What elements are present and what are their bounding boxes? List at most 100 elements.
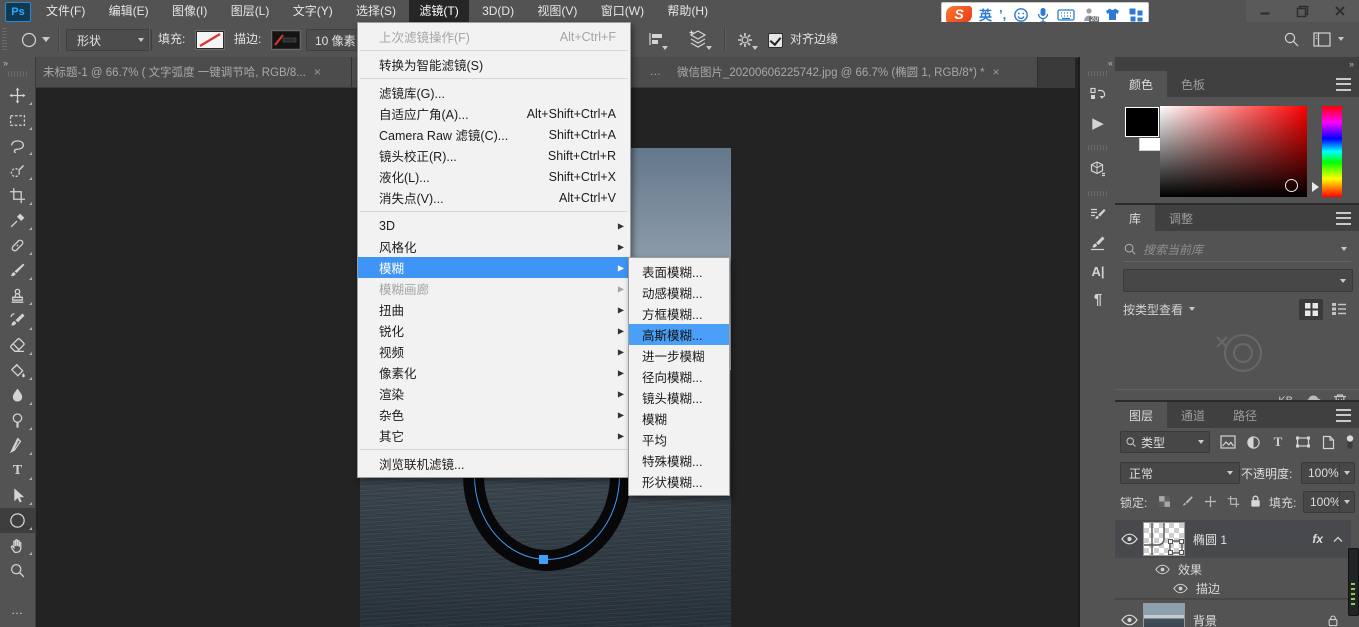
library-search-field[interactable]: 搜索当前库 <box>1123 237 1351 262</box>
workspace-switcher-icon[interactable] <box>1313 32 1331 47</box>
filter-pixel-layers-icon[interactable] <box>1219 434 1237 450</box>
color-cursor[interactable] <box>1285 179 1298 192</box>
tool-preset-ellipse-icon[interactable] <box>20 31 38 49</box>
document-tab-untitled[interactable]: 未标题-1 @ 66.7% ( 文字弧度 一键调节哈, RGB/8... × <box>35 57 352 87</box>
chevron-down-icon[interactable] <box>1338 37 1344 41</box>
search-icon[interactable] <box>1283 31 1300 48</box>
blend-mode-select[interactable]: 正常 <box>1120 462 1240 484</box>
layer-thumbnail-ellipse[interactable] <box>1143 522 1185 556</box>
filter-smart-objects-icon[interactable] <box>1319 434 1337 450</box>
menu-select[interactable]: 选择(S) <box>346 0 406 22</box>
menu-view[interactable]: 视图(V) <box>527 0 587 22</box>
visibility-eye-icon[interactable] <box>1115 533 1143 545</box>
filter-adjustment-layers-icon[interactable] <box>1244 434 1262 450</box>
dock-collapse-arrows[interactable]: ›› <box>1115 57 1359 71</box>
character-panel-icon[interactable]: A| <box>1080 257 1116 285</box>
ime-wubi-badge-icon[interactable]: 20 <box>1082 7 1100 23</box>
submenu-item-smart-blur[interactable]: 特殊模糊... <box>629 450 729 471</box>
menu-item-sharpen[interactable]: 锐化 ▶ <box>358 320 630 341</box>
layer-row-background[interactable]: 背景 <box>1115 601 1351 627</box>
path-alignment-icon[interactable] <box>648 31 666 47</box>
3d-panel-icon[interactable] <box>1080 155 1116 183</box>
path-operations-icon[interactable] <box>688 29 708 49</box>
tab-libraries[interactable]: 库 <box>1115 205 1156 231</box>
toolbar-expand-arrows[interactable]: ›› <box>0 57 35 70</box>
submenu-item-box-blur[interactable]: 方框模糊... <box>629 303 729 324</box>
layer-filter-toggle-icon[interactable] <box>1341 434 1359 450</box>
menu-3d[interactable]: 3D(D) <box>472 0 524 22</box>
dock-grip[interactable] <box>1088 145 1108 150</box>
menu-file[interactable]: 文件(F) <box>36 0 95 22</box>
pen-tool[interactable] <box>0 433 35 458</box>
ime-keyboard-icon[interactable] <box>1057 8 1075 22</box>
zoom-tool[interactable] <box>0 558 35 583</box>
menu-item-3d[interactable]: 3D ▶ <box>358 215 630 236</box>
list-view-button[interactable] <box>1327 299 1351 320</box>
library-select[interactable] <box>1123 269 1353 292</box>
crop-tool[interactable] <box>0 183 35 208</box>
layer-fx-badge[interactable]: fx <box>1312 532 1323 546</box>
menu-layer[interactable]: 图层(L) <box>221 0 280 22</box>
align-edges-checkbox[interactable] <box>768 33 783 48</box>
effects-label[interactable]: 效果 <box>1178 561 1202 578</box>
history-brush-tool[interactable] <box>0 308 35 333</box>
actions-panel-icon[interactable]: ▶ <box>1080 109 1116 137</box>
view-by-type-label[interactable]: 按类型查看 <box>1123 301 1183 318</box>
type-tool[interactable]: T <box>0 458 35 483</box>
close-button[interactable] <box>1321 0 1359 22</box>
hue-slider[interactable] <box>1322 106 1342 197</box>
stroke-swatch[interactable] <box>271 30 301 50</box>
submenu-item-motion-blur[interactable]: 动感模糊... <box>629 282 729 303</box>
visibility-eye-icon[interactable] <box>1173 583 1188 594</box>
lock-position-icon[interactable] <box>1201 492 1219 510</box>
eyedropper-tool[interactable] <box>0 208 35 233</box>
dock-expand-arrows[interactable]: ‹‹ <box>1080 57 1116 70</box>
menu-item-render[interactable]: 渲染 ▶ <box>358 383 630 404</box>
submenu-item-surface-blur[interactable]: 表面模糊... <box>629 261 729 282</box>
layer-stroke-effect-row[interactable]: 描边 <box>1173 579 1351 598</box>
menu-item-browse-filters-online[interactable]: 浏览联机滤镜... <box>358 453 630 474</box>
grid-view-button[interactable] <box>1299 298 1323 320</box>
visibility-eye-icon[interactable] <box>1115 614 1143 626</box>
tab-adjustments[interactable]: 调整 <box>1155 205 1207 231</box>
submenu-item-radial-blur[interactable]: 径向模糊... <box>629 366 729 387</box>
dock-grip[interactable] <box>1088 71 1108 76</box>
menu-item-noise[interactable]: 杂色 ▶ <box>358 404 630 425</box>
move-tool[interactable] <box>0 83 35 108</box>
layer-effects-row[interactable]: 效果 <box>1155 560 1351 579</box>
layer-row-ellipse1[interactable]: 椭圆 1 fx <box>1115 520 1351 558</box>
marquee-tool[interactable] <box>0 108 35 133</box>
layers-scrollbar[interactable] <box>1348 548 1359 616</box>
menu-window[interactable]: 窗口(W) <box>591 0 654 22</box>
lock-transparency-icon[interactable] <box>1155 492 1173 510</box>
lock-pixels-icon[interactable] <box>1178 492 1196 510</box>
menu-item-lens-correction[interactable]: 镜头校正(R)... Shift+Ctrl+R <box>358 145 630 166</box>
toolbar-grip[interactable] <box>8 71 27 77</box>
dodge-tool[interactable] <box>0 408 35 433</box>
menu-item-video[interactable]: 视频 ▶ <box>358 341 630 362</box>
ime-voice-icon[interactable] <box>1036 7 1050 23</box>
tab-channels[interactable]: 通道 <box>1167 402 1219 428</box>
menu-item-distort[interactable]: 扭曲 ▶ <box>358 299 630 320</box>
minimize-button[interactable] <box>1246 0 1284 22</box>
chevron-down-icon[interactable] <box>1341 247 1347 251</box>
layer-thumbnail-background[interactable] <box>1143 603 1185 627</box>
lock-all-icon[interactable] <box>1246 492 1264 510</box>
ime-toolbox-icon[interactable] <box>1128 7 1144 23</box>
menu-item-stylize[interactable]: 风格化 ▶ <box>358 236 630 257</box>
submenu-item-gaussian-blur[interactable]: 高斯模糊... <box>629 324 729 345</box>
tab-color[interactable]: 颜色 <box>1115 71 1168 97</box>
fill-swatch[interactable] <box>195 30 225 50</box>
path-selection-tool[interactable] <box>0 483 35 508</box>
brush-settings-panel-icon[interactable] <box>1080 201 1116 229</box>
tool-preset-chevron-icon[interactable] <box>42 37 50 42</box>
menu-edit[interactable]: 编辑(E) <box>99 0 159 22</box>
layer-name[interactable]: 椭圆 1 <box>1193 531 1227 548</box>
menu-item-liquify[interactable]: 液化(L)... Shift+Ctrl+X <box>358 166 630 187</box>
submenu-item-blur[interactable]: 模糊 <box>629 408 729 429</box>
menu-image[interactable]: 图像(I) <box>162 0 217 22</box>
menu-item-vanishing-point[interactable]: 消失点(V)... Alt+Ctrl+V <box>358 187 630 208</box>
quick-selection-tool[interactable] <box>0 158 35 183</box>
lasso-tool[interactable] <box>0 133 35 158</box>
visibility-eye-icon[interactable] <box>1155 564 1170 575</box>
